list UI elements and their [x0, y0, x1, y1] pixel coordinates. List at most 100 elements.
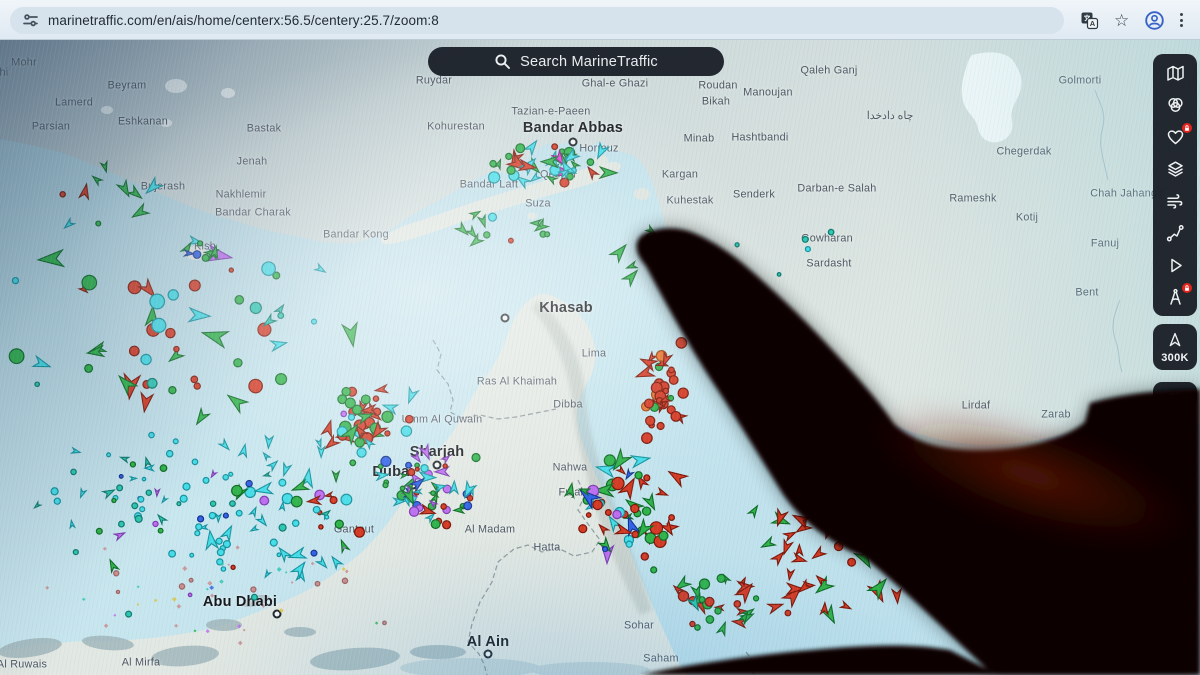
vessel-marker[interactable] [173, 439, 178, 444]
vessel-marker[interactable] [441, 504, 446, 509]
vessel-marker[interactable] [613, 510, 621, 518]
vessel-marker[interactable] [401, 473, 408, 478]
vessel-marker[interactable] [325, 515, 329, 519]
vessel-marker[interactable] [313, 506, 320, 513]
vessel-marker[interactable] [33, 356, 52, 371]
vessel-marker[interactable] [79, 183, 91, 199]
vessel-marker[interactable] [666, 467, 688, 487]
vessel-marker[interactable] [597, 523, 609, 535]
vessel-marker[interactable] [375, 621, 378, 624]
vessel-marker[interactable] [209, 585, 214, 590]
vessel-marker[interactable] [250, 526, 258, 533]
vessel-marker[interactable] [454, 507, 464, 514]
vessel-marker[interactable] [381, 456, 391, 466]
vessel-marker[interactable] [140, 507, 145, 512]
vessel-marker[interactable] [632, 531, 638, 537]
vessel-marker[interactable] [202, 255, 209, 262]
vessel-marker[interactable] [101, 162, 110, 173]
vessel-marker[interactable] [268, 459, 280, 471]
vessel-marker[interactable] [271, 338, 288, 351]
vessel-marker[interactable] [114, 571, 119, 576]
vessel-marker[interactable] [754, 596, 759, 601]
sidebar-tool-favorites[interactable] [1156, 122, 1194, 152]
vessel-marker[interactable] [338, 539, 349, 552]
vessel-marker[interactable] [257, 515, 269, 528]
vessel-marker[interactable] [645, 399, 654, 408]
vessel-marker[interactable] [62, 219, 74, 231]
vessel-marker[interactable] [382, 411, 393, 422]
vessel-marker[interactable] [560, 178, 569, 187]
vessel-marker[interactable] [315, 581, 320, 586]
vessel-marker[interactable] [777, 273, 781, 277]
vessel-marker[interactable] [277, 553, 281, 557]
vessel-marker[interactable] [73, 550, 78, 555]
vessel-marker[interactable] [841, 602, 852, 612]
vessel-marker[interactable] [104, 624, 109, 629]
vessel-marker[interactable] [409, 507, 418, 516]
vessel-marker[interactable] [71, 469, 76, 474]
vessel-marker[interactable] [421, 465, 428, 472]
vessel-marker[interactable] [160, 465, 167, 472]
vessel-marker[interactable] [223, 475, 228, 480]
vessel-marker[interactable] [246, 481, 252, 487]
vessel-marker[interactable] [135, 515, 142, 522]
vessel-marker[interactable] [177, 604, 182, 609]
vessel-marker[interactable] [119, 475, 123, 479]
vessel-marker[interactable] [270, 539, 277, 546]
vessel-marker[interactable] [141, 354, 151, 364]
vessel-marker[interactable] [342, 567, 346, 571]
vessel-marker[interactable] [516, 144, 525, 153]
vessel-marker[interactable] [174, 624, 178, 628]
vessel-marker[interactable] [600, 167, 617, 178]
vessel-marker[interactable] [91, 174, 102, 185]
vessel-marker[interactable] [623, 267, 641, 286]
vessel-marker[interactable] [209, 512, 215, 518]
vessel-marker[interactable] [279, 524, 286, 531]
vessel-marker[interactable] [442, 454, 451, 463]
vessel-marker[interactable] [657, 488, 669, 498]
sidebar-tool-layers[interactable] [1156, 154, 1194, 184]
vessel-marker[interactable] [361, 395, 370, 404]
vessel-marker[interactable] [182, 566, 187, 571]
vessel-marker[interactable] [243, 629, 246, 632]
vessel-marker[interactable] [593, 500, 602, 509]
vessel-marker[interactable] [311, 550, 317, 556]
vessel-marker[interactable] [191, 376, 198, 383]
vessel-marker[interactable] [236, 510, 242, 516]
vessel-marker[interactable] [855, 547, 876, 571]
vessel-marker[interactable] [603, 547, 608, 552]
vessel-marker[interactable] [107, 558, 119, 572]
vessel-marker[interactable] [232, 485, 242, 495]
vessel-marker[interactable] [373, 396, 378, 401]
vessel-marker[interactable] [279, 608, 284, 613]
vessel-marker[interactable] [792, 553, 807, 565]
sidebar-tool-map-style[interactable] [1156, 58, 1194, 88]
vessel-marker[interactable] [385, 431, 390, 436]
vessel-marker[interactable] [203, 477, 209, 483]
vessel-marker[interactable] [219, 440, 231, 452]
vessel-marker[interactable] [126, 611, 132, 617]
vessel-marker[interactable] [229, 472, 233, 476]
vessel-marker[interactable] [206, 588, 209, 591]
vessel-marker[interactable] [443, 521, 451, 529]
vessel-marker[interactable] [335, 520, 343, 528]
vessel-marker[interactable] [355, 527, 365, 537]
vessel-marker[interactable] [113, 614, 116, 617]
vessel-marker[interactable] [116, 590, 119, 593]
vessel-marker[interactable] [147, 378, 157, 388]
vessel-marker[interactable] [198, 516, 204, 522]
vessel-marker[interactable] [167, 451, 173, 457]
vessel-marker[interactable] [431, 520, 440, 529]
vessel-marker[interactable] [138, 496, 144, 502]
vessel-marker[interactable] [531, 220, 541, 227]
vessel-marker[interactable] [251, 587, 256, 592]
vessel-marker[interactable] [642, 507, 650, 515]
vessel-marker[interactable] [280, 463, 291, 477]
vessel-marker[interactable] [375, 385, 388, 395]
vessel-marker[interactable] [624, 470, 634, 481]
vessel-marker[interactable] [150, 294, 165, 309]
vessel-marker[interactable] [404, 388, 418, 405]
vessel-marker[interactable] [177, 502, 181, 506]
vessel-marker[interactable] [509, 238, 514, 243]
vessel-marker[interactable] [470, 209, 482, 219]
